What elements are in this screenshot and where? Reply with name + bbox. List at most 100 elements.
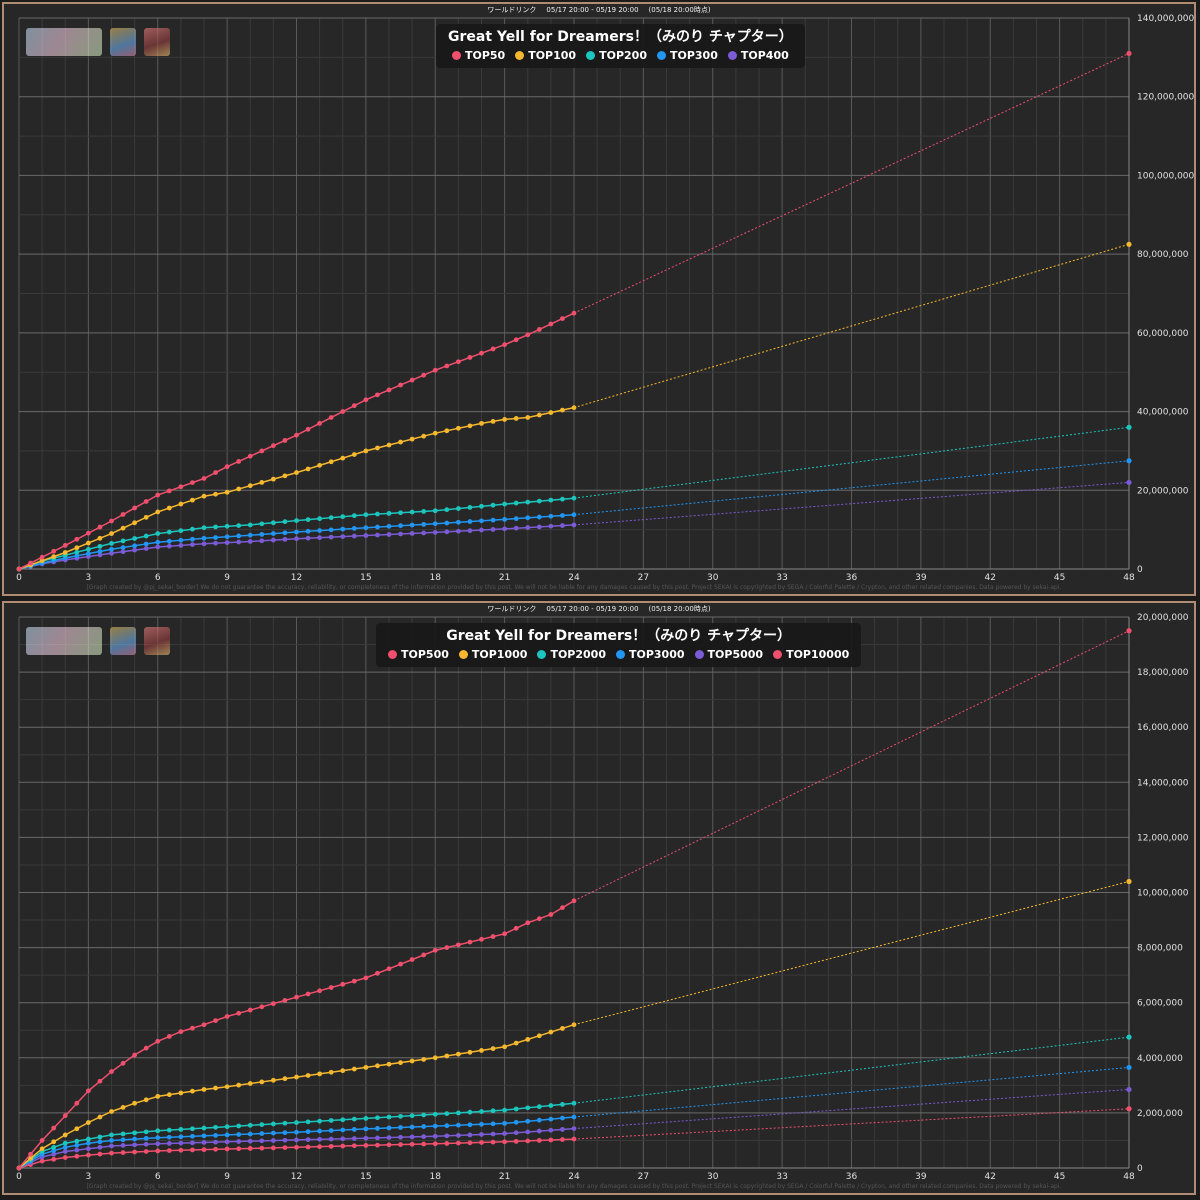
data-point xyxy=(224,1014,230,1019)
data-point xyxy=(282,530,288,536)
data-point xyxy=(51,1156,57,1162)
data-point xyxy=(213,524,218,530)
data-point xyxy=(213,1124,218,1130)
data-point xyxy=(432,1133,438,1139)
data-point xyxy=(363,975,369,981)
data-point xyxy=(432,1141,438,1147)
data-point xyxy=(224,523,230,529)
data-point xyxy=(479,527,484,533)
character-card-image xyxy=(144,28,170,56)
data-point xyxy=(109,1150,114,1156)
data-point xyxy=(97,1144,103,1150)
data-point xyxy=(166,505,172,511)
data-point xyxy=(560,496,565,502)
data-point xyxy=(201,525,207,531)
data-point xyxy=(536,1138,542,1143)
data-point xyxy=(132,520,138,526)
data-point xyxy=(444,1141,450,1146)
data-point xyxy=(282,438,288,443)
data-point xyxy=(455,528,461,534)
data-point xyxy=(432,1123,438,1129)
data-point xyxy=(85,1146,91,1152)
data-point xyxy=(502,1139,508,1145)
data-point xyxy=(560,1127,565,1132)
data-point xyxy=(97,535,103,541)
data-point xyxy=(525,515,531,521)
data-point xyxy=(190,497,195,503)
event-name: ワールドリンク xyxy=(487,6,537,14)
y-tick-label: 120,000,000 xyxy=(1137,93,1195,103)
data-point xyxy=(190,1088,195,1094)
data-point xyxy=(236,1123,242,1129)
data-point xyxy=(386,1135,392,1141)
data-point xyxy=(178,542,184,548)
data-point xyxy=(294,1129,299,1135)
x-tick-label: 30 xyxy=(707,573,719,583)
legend-label: TOP50 xyxy=(464,49,506,62)
data-point xyxy=(294,432,299,438)
y-tick-label: 14,000,000 xyxy=(1137,778,1189,788)
x-tick-label: 18 xyxy=(430,573,442,583)
legend-label: TOP2000 xyxy=(550,648,606,661)
data-point xyxy=(398,1142,403,1147)
data-point xyxy=(444,529,450,535)
data-point xyxy=(340,409,346,414)
data-point xyxy=(409,531,415,536)
x-tick-label: 42 xyxy=(985,1172,996,1182)
data-point xyxy=(571,1126,577,1132)
data-point xyxy=(398,1113,403,1119)
data-point xyxy=(120,549,126,555)
y-tick-label: 80,000,000 xyxy=(1137,250,1189,260)
data-point xyxy=(213,1085,218,1091)
data-point xyxy=(398,523,403,529)
data-point xyxy=(270,476,276,482)
data-point xyxy=(259,538,265,544)
legend-item-top5000: TOP5000 xyxy=(694,648,763,661)
data-point xyxy=(201,476,207,481)
legend-swatch xyxy=(773,650,783,659)
data-point xyxy=(340,1068,346,1074)
y-tick-label: 8,000,000 xyxy=(1137,944,1183,954)
data-point xyxy=(525,1138,531,1144)
data-point xyxy=(120,1137,126,1143)
data-point xyxy=(479,420,484,426)
data-point xyxy=(270,1001,276,1007)
data-point xyxy=(513,1138,519,1144)
data-point xyxy=(294,529,299,535)
x-tick-label: 39 xyxy=(915,573,927,583)
data-point xyxy=(375,511,380,517)
data-point xyxy=(282,536,288,542)
data-point xyxy=(479,1132,484,1137)
data-point xyxy=(328,415,334,420)
y-tick-label: 60,000,000 xyxy=(1137,329,1189,339)
data-point xyxy=(386,1142,392,1148)
data-point xyxy=(513,500,519,506)
data-point xyxy=(536,916,542,922)
data-point xyxy=(270,1077,276,1083)
data-point xyxy=(490,1121,496,1127)
legend-swatch xyxy=(537,650,547,659)
x-tick-label: 24 xyxy=(568,573,580,583)
data-point xyxy=(190,526,195,532)
data-point xyxy=(490,934,496,939)
data-point xyxy=(155,1128,161,1134)
data-point xyxy=(467,528,473,534)
data-point xyxy=(305,1073,311,1078)
data-point xyxy=(247,1138,253,1144)
event-name: ワールドリンク xyxy=(487,605,537,613)
data-point xyxy=(340,1143,346,1149)
data-point xyxy=(513,1130,519,1136)
data-point xyxy=(282,1130,288,1136)
data-point xyxy=(398,1134,403,1140)
data-point xyxy=(305,1119,311,1125)
data-point xyxy=(166,543,172,549)
character-card-image xyxy=(110,627,136,655)
data-point xyxy=(120,1060,126,1066)
data-point xyxy=(409,1134,415,1140)
legend-swatch xyxy=(458,650,468,659)
data-point xyxy=(51,548,57,554)
data-point xyxy=(409,509,415,515)
data-point xyxy=(224,1084,230,1090)
data-point xyxy=(62,1149,68,1154)
y-tick-label: 10,000,000 xyxy=(1137,889,1189,899)
